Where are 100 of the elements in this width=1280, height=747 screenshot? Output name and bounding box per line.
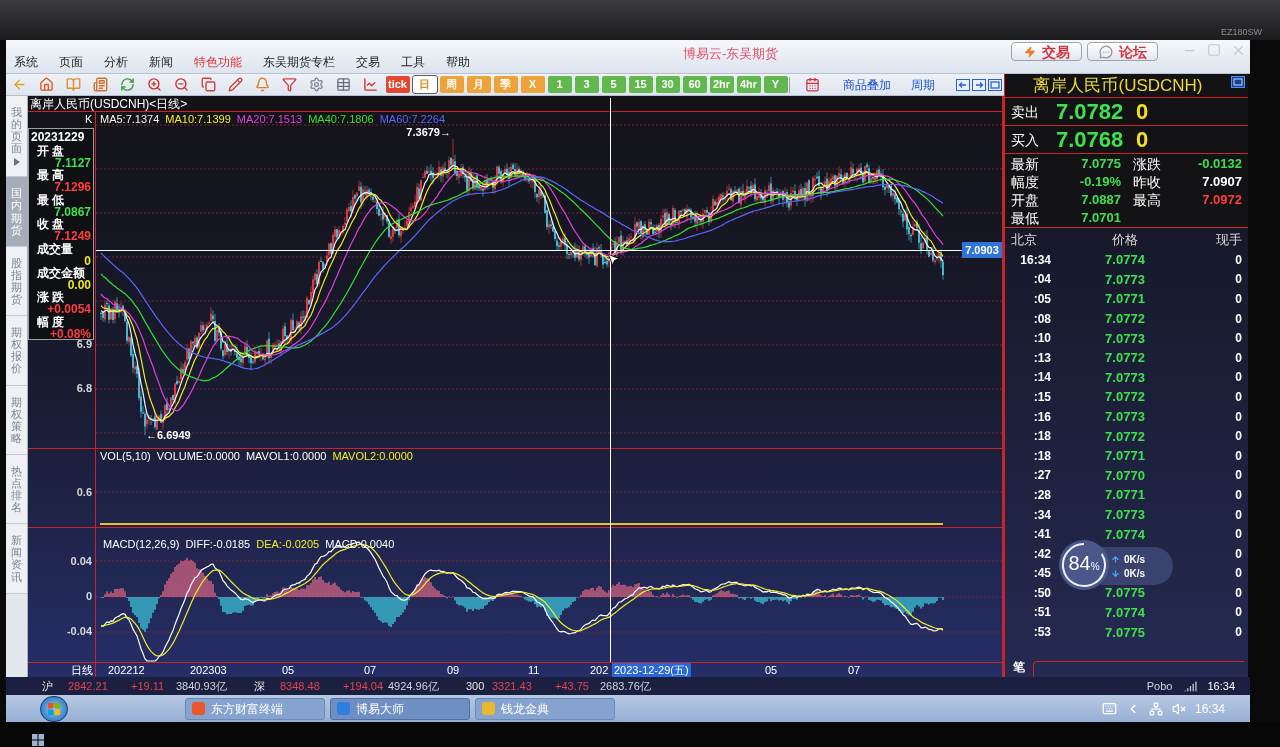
side-tab[interactable]: 期权策略 <box>6 385 27 455</box>
field-label: 涨 跌 <box>36 291 65 304</box>
trade-time: :14 <box>1032 370 1051 385</box>
upload-speed: 0K/s <box>1124 553 1146 565</box>
menu-item[interactable]: 交易 <box>356 55 380 69</box>
window-icon[interactable] <box>1231 76 1245 88</box>
stat-value: 7.0887 <box>1080 191 1121 209</box>
taskbar-clock[interactable]: 16:34 <box>1194 701 1225 716</box>
side-tab[interactable]: 期权报价 <box>6 316 27 386</box>
quote-size: 0 <box>1136 99 1149 124</box>
period-button[interactable]: 1 <box>547 76 572 93</box>
menu-item[interactable]: 新闻 <box>149 55 173 69</box>
home-icon[interactable] <box>39 77 54 92</box>
axis-label: -0.04 <box>66 625 92 637</box>
filter-icon[interactable] <box>282 77 297 92</box>
mouse-pointer-icon <box>606 252 621 267</box>
side-tab[interactable]: 我的页面 <box>6 96 27 178</box>
pencil-icon[interactable] <box>228 77 243 92</box>
right-arrow-icon[interactable] <box>972 78 986 91</box>
legend-label: VOLUME:0.0000 <box>156 450 240 462</box>
start-button[interactable] <box>40 695 68 722</box>
window-icon[interactable] <box>988 78 1002 91</box>
period-button[interactable]: 日 <box>412 76 437 93</box>
side-tab[interactable]: 新闻资讯 <box>6 524 27 594</box>
menu-item[interactable]: 分析 <box>104 55 128 69</box>
refresh-icon[interactable] <box>120 77 135 92</box>
period-button[interactable]: 30 <box>655 76 680 93</box>
axis-label: 0.04 <box>70 555 92 567</box>
quote-label: 卖出 <box>1011 103 1040 120</box>
legend-label: DIFF:-0.0185 <box>185 538 251 550</box>
axis-date-label: 07 <box>364 664 377 676</box>
trade-price: 7.0774 <box>1105 526 1145 542</box>
copy-icon[interactable] <box>201 77 216 92</box>
keyboard-icon[interactable] <box>1101 701 1117 716</box>
menu-item[interactable]: 系统 <box>14 55 38 69</box>
period-button[interactable]: tick <box>385 76 410 93</box>
trade-time: :45 <box>1032 566 1051 581</box>
trade-time: :16 <box>1032 409 1051 424</box>
taskbar-app-button[interactable]: 钱龙金典 <box>475 697 615 720</box>
trade-volume: 0 <box>1235 448 1242 463</box>
axis-date-label: 05 <box>282 664 295 676</box>
menu-item[interactable]: 特色功能 <box>194 55 242 69</box>
side-tab[interactable]: 股指期货 <box>6 246 27 317</box>
period-button[interactable]: 15 <box>628 76 653 93</box>
period-button[interactable]: 3 <box>574 76 599 93</box>
trade-time: :08 <box>1032 311 1051 326</box>
menu-item[interactable]: 帮助 <box>446 55 470 69</box>
tab[interactable]: 笔 <box>1005 660 1033 677</box>
axis-date-label: 09 <box>447 664 460 676</box>
trade-volume: 0 <box>1235 350 1242 365</box>
side-tab[interactable]: 国内期货 <box>6 177 27 247</box>
trade-volume: 0 <box>1235 331 1242 346</box>
trade-volume: 0 <box>1235 585 1242 600</box>
trade-price: 7.0771 <box>1105 487 1145 503</box>
period-button[interactable]: 季 <box>493 76 518 93</box>
trade-price: 7.0771 <box>1105 291 1145 307</box>
period-button[interactable]: 周 <box>439 76 464 93</box>
period-button[interactable]: X <box>520 76 545 93</box>
trade-time: :18 <box>1032 448 1051 463</box>
newspaper-icon[interactable] <box>93 77 108 92</box>
zoom-in-icon[interactable] <box>147 77 162 92</box>
bell-icon[interactable] <box>255 77 270 92</box>
crosshair-price-label: 7.0903 <box>962 242 1002 258</box>
toolbar-link[interactable]: 周期 <box>911 77 935 92</box>
trade-time: :15 <box>1032 389 1051 404</box>
legend-label: DEA:-0.0205 <box>256 538 320 550</box>
period-label: 日线 <box>71 664 93 676</box>
menu-item[interactable]: 东吴期货专栏 <box>263 55 335 69</box>
quote-label: 买入 <box>1011 131 1040 148</box>
trade-volume: 0 <box>1235 429 1242 444</box>
menu-item[interactable]: 页面 <box>59 55 83 69</box>
axis-label: 0.6 <box>76 486 92 498</box>
book-icon[interactable] <box>66 77 81 92</box>
volume-muted-icon[interactable] <box>1171 701 1186 716</box>
zoom-out-icon[interactable] <box>174 77 189 92</box>
forum-button[interactable]: 论坛 <box>1087 42 1158 61</box>
period-button[interactable]: 60 <box>682 76 707 93</box>
calendar-icon[interactable] <box>805 77 820 92</box>
network-icon[interactable] <box>1148 701 1163 716</box>
table-icon[interactable] <box>336 77 351 92</box>
left-arrow-icon[interactable] <box>956 78 970 91</box>
period-button[interactable]: 月 <box>466 76 491 93</box>
menu-item[interactable]: 工具 <box>401 55 425 69</box>
settings-icon[interactable] <box>309 77 324 92</box>
taskbar-app-button[interactable]: 东方财富终端 <box>185 697 325 720</box>
trade-volume: 0 <box>1235 527 1242 542</box>
period-button[interactable]: Y <box>763 76 788 93</box>
windows-logo-icon <box>32 734 44 746</box>
period-button[interactable]: 4hr <box>736 76 761 93</box>
period-button[interactable]: 2hr <box>709 76 734 93</box>
trade-button[interactable]: 交易 <box>1011 42 1082 61</box>
trade-volume: 0 <box>1235 311 1242 326</box>
period-button[interactable]: 5 <box>601 76 626 93</box>
taskbar-app-button[interactable]: 博易大师 <box>330 697 470 720</box>
side-tab[interactable]: 热点排名 <box>6 454 27 525</box>
stat-label: 最高 <box>1132 191 1162 209</box>
trade-price: 7.0775 <box>1105 585 1145 601</box>
line-chart-icon[interactable] <box>363 77 378 92</box>
toolbar-link[interactable]: 商品叠加 <box>843 77 891 92</box>
brand-label: Pobo <box>1146 680 1173 692</box>
